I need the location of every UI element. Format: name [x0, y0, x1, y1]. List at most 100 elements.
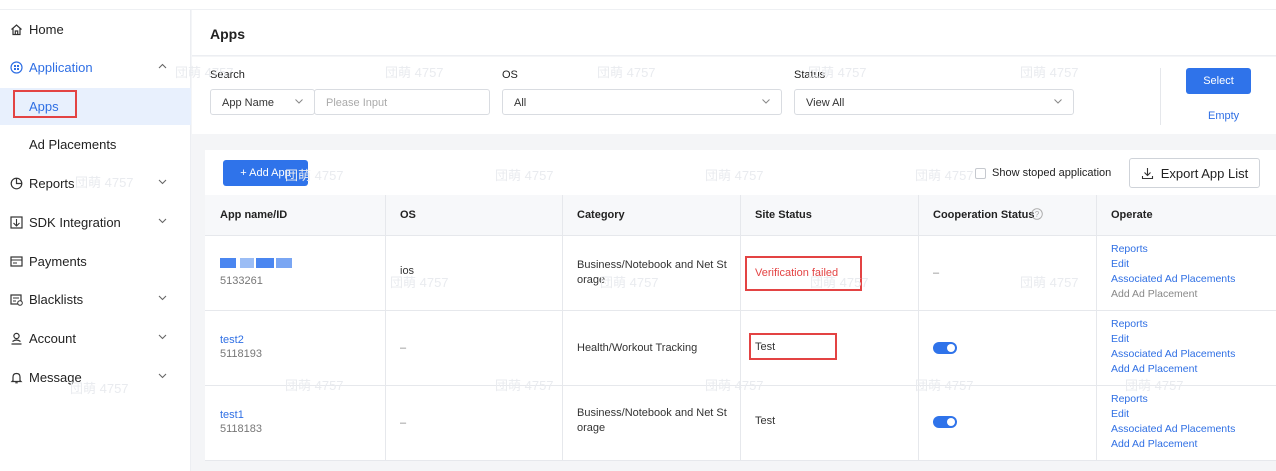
os-select[interactable]: All — [502, 89, 782, 115]
search-type-select[interactable]: App Name — [210, 89, 315, 115]
pie-chart-icon — [9, 177, 23, 191]
chevron-down-icon — [158, 218, 167, 224]
payments-icon — [9, 255, 23, 269]
chevron-down-icon — [158, 373, 167, 379]
app-category: Business/Notebook and Net St orage — [577, 407, 727, 434]
empty-link[interactable]: Empty — [1208, 110, 1239, 122]
operate-links: Reports Edit Associated Ad Placements Ad… — [1111, 317, 1235, 377]
column-header: Category — [577, 209, 625, 221]
sidebar-item-account[interactable]: Account — [0, 319, 191, 358]
sidebar-item-label: Blacklists — [29, 292, 84, 307]
sidebar-item-payments[interactable]: Payments — [0, 242, 191, 281]
app-id: 5118193 — [220, 348, 263, 360]
highlight-box — [13, 90, 77, 118]
help-icon[interactable]: ? — [1031, 208, 1043, 220]
divider — [1160, 68, 1161, 125]
site-status: Test — [755, 415, 776, 427]
sidebar-item-label: Reports — [29, 176, 75, 191]
reports-link[interactable]: Reports — [1111, 392, 1235, 407]
sidebar-item-label: Ad Placements — [29, 137, 117, 152]
show-stopped-label[interactable]: Show stoped application — [992, 167, 1111, 179]
sidebar-item-label: Application — [29, 60, 93, 75]
account-icon — [9, 332, 23, 346]
application-icon — [9, 61, 23, 75]
sidebar-item-message[interactable]: Message — [0, 358, 191, 397]
sidebar-item-label: Payments — [29, 254, 87, 269]
chevron-up-icon — [158, 63, 167, 69]
add-ad-placement-link[interactable]: Add Ad Placement — [1111, 437, 1235, 452]
table-row: test2 5118193 – Health/Workout Tracking … — [205, 311, 1276, 386]
sidebar-item-application[interactable]: Application — [0, 48, 191, 87]
page-title: Apps — [210, 26, 245, 42]
app-name-link[interactable]: test1 — [220, 408, 244, 423]
column-header: App name/ID — [220, 209, 288, 221]
column-header: Site Status — [755, 209, 812, 221]
sidebar-item-blacklists[interactable]: Blacklists — [0, 280, 191, 319]
app-os: – — [400, 417, 407, 429]
table-row: 5133261 ios Business/Notebook and Net St… — [205, 236, 1276, 311]
svg-text:?: ? — [1035, 210, 1040, 219]
status-value: View All — [806, 97, 845, 109]
app-os: ios — [400, 265, 415, 277]
sidebar-item-label: Home — [29, 22, 64, 37]
chevron-down-icon — [762, 99, 770, 104]
cooperation-toggle[interactable] — [933, 342, 957, 354]
app-category: Health/Workout Tracking — [577, 342, 698, 354]
top-bar — [0, 0, 1276, 10]
chevron-down-icon — [295, 99, 303, 104]
app-id: 5133261 — [220, 275, 263, 287]
search-input[interactable]: Please Input — [314, 89, 490, 115]
add-ad-placement-link[interactable]: Add Ad Placement — [1111, 362, 1235, 377]
app-os: – — [400, 342, 407, 354]
search-label: Search — [210, 69, 245, 81]
site-status: Verification failed — [755, 267, 839, 279]
reports-link[interactable]: Reports — [1111, 317, 1235, 332]
operate-links: Reports Edit Associated Ad Placements Ad… — [1111, 392, 1235, 452]
app-name-link[interactable]: test2 — [220, 333, 244, 348]
sidebar-item-sdk-integration[interactable]: SDK Integration — [0, 203, 191, 242]
column-header: Operate — [1111, 209, 1153, 221]
bell-icon — [9, 371, 23, 385]
sidebar-item-ad-placements[interactable]: Ad Placements — [0, 126, 191, 163]
reports-link[interactable]: Reports — [1111, 242, 1235, 257]
edit-link[interactable]: Edit — [1111, 332, 1235, 347]
chevron-down-icon — [1054, 99, 1062, 104]
chevron-down-icon — [158, 334, 167, 340]
home-icon — [9, 23, 23, 37]
select-button[interactable]: Select — [1186, 68, 1251, 94]
status-select[interactable]: View All — [794, 89, 1074, 115]
search-placeholder: Please Input — [326, 97, 388, 109]
export-app-list-button[interactable]: Export App List — [1129, 158, 1260, 188]
export-label: Export App List — [1160, 165, 1249, 181]
app-category: Business/Notebook and Net St orage — [577, 259, 727, 286]
associated-ad-placements-link[interactable]: Associated Ad Placements — [1111, 422, 1235, 437]
edit-link[interactable]: Edit — [1111, 407, 1235, 422]
app-name-redacted — [220, 258, 292, 268]
operate-links: Reports Edit Associated Ad Placements Ad… — [1111, 242, 1235, 302]
associated-ad-placements-link[interactable]: Associated Ad Placements — [1111, 272, 1235, 287]
blacklist-icon — [9, 293, 23, 307]
page-header: Apps — [192, 10, 1276, 56]
edit-link[interactable]: Edit — [1111, 257, 1235, 272]
apps-table-card: + Add App Show stoped application Export… — [205, 150, 1276, 461]
app-id: 5118183 — [220, 423, 263, 435]
status-label: Status — [794, 69, 826, 81]
sidebar: Home Application Apps Ad Placements Repo… — [0, 10, 191, 471]
show-stopped-checkbox[interactable] — [975, 168, 986, 179]
sdk-icon — [9, 216, 23, 230]
sidebar-item-label: SDK Integration — [29, 215, 121, 230]
add-ad-placement-link: Add Ad Placement — [1111, 288, 1198, 300]
download-icon — [1141, 167, 1153, 179]
add-app-button[interactable]: + Add App — [223, 160, 308, 186]
cooperation-status: – — [933, 267, 940, 279]
filter-panel: Search App Name Please Input OS All Stat… — [192, 57, 1276, 134]
sidebar-item-home[interactable]: Home — [0, 10, 191, 49]
cooperation-toggle[interactable] — [933, 416, 957, 428]
column-header: Cooperation Status — [933, 209, 1035, 221]
chevron-down-icon — [158, 179, 167, 185]
sidebar-item-reports[interactable]: Reports — [0, 164, 191, 203]
sidebar-item-label: Message — [29, 370, 82, 385]
table-row: test1 5118183 – Business/Notebook and Ne… — [205, 386, 1276, 461]
associated-ad-placements-link[interactable]: Associated Ad Placements — [1111, 347, 1235, 362]
chevron-down-icon — [158, 295, 167, 301]
